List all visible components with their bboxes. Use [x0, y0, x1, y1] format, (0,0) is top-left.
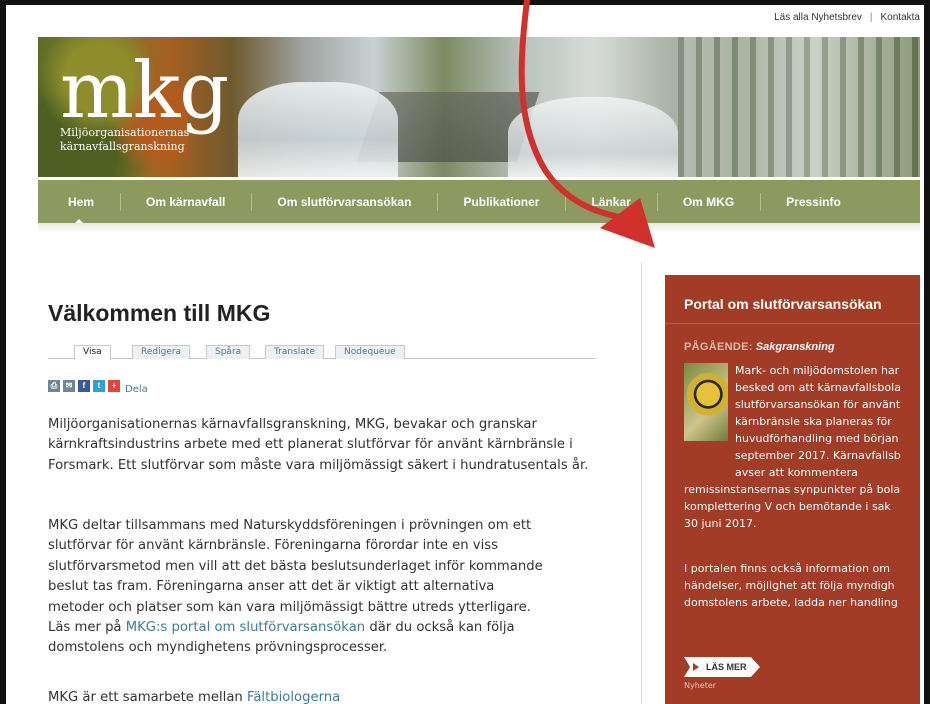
paragraph-line: slutförvarsmetod men vill att det bästa … — [48, 558, 543, 574]
local-tabs: Visa Redigera Spåra Translate Nodequeue — [48, 343, 596, 360]
paragraph-line: metoder och platser som kan vara miljömä… — [48, 599, 531, 615]
nav-item-om-slutforvarsansokan[interactable]: Om slutförvarsansökan — [251, 192, 437, 211]
status-value: Sakgranskning — [755, 341, 835, 353]
status-label: PÅGÅENDE: — [684, 341, 753, 353]
email-icon[interactable]: ✉ — [63, 379, 75, 392]
sidebar-text-line: huvudförhandling med början — [735, 432, 899, 445]
sidebar-news-text-cont: remissinstansernas synpunkter på bola ko… — [684, 481, 900, 532]
portal-sidebar-box: Portal om slutförvarsansökan PÅGÅENDE: S… — [665, 275, 920, 704]
top-links-separator: | — [869, 12, 873, 23]
sidebar-text-line: slutförvarsansökan för använt — [735, 398, 901, 411]
nav-shadow — [38, 223, 920, 233]
tab-nodequeue[interactable]: Nodequeue — [335, 345, 405, 359]
site-logo[interactable]: mkg — [60, 52, 229, 130]
sidebar-text-line: avser att kommentera — [735, 466, 858, 479]
logo-subtitle-line-1: Miljöorganisationernas — [60, 126, 190, 139]
print-icon[interactable]: ⎙ — [48, 379, 60, 392]
portal-link[interactable]: MKG:s portal om slutförvarsansökan — [126, 620, 365, 635]
nav-item-lankar[interactable]: Länkar — [565, 192, 656, 211]
sidebar-portal-info: I portalen finns också information om hä… — [684, 560, 898, 611]
text-fragment: där du också kan följa — [365, 620, 515, 636]
text-fragment: Läs mer på — [48, 620, 126, 636]
page-title: Välkommen till MKG — [48, 300, 271, 326]
share-toolbar: ⎙ ✉ f t + Dela — [48, 376, 148, 395]
tab-translate[interactable]: Translate — [265, 345, 324, 359]
nav-item-om-karnavfall[interactable]: Om kärnavfall — [120, 192, 251, 211]
nav-item-pressinfo[interactable]: Pressinfo — [760, 192, 867, 211]
sidebar-divider — [641, 262, 642, 704]
paragraph-line: domstolens och myndighetens prövningspro… — [48, 640, 388, 656]
sidebar-title-rule — [665, 323, 920, 324]
tab-visa[interactable]: Visa — [74, 345, 111, 360]
collab-paragraph: MKG deltar tillsammans med Naturskyddsfö… — [48, 516, 608, 659]
sidebar-text-line: 30 juni 2017. — [684, 517, 757, 530]
addthis-plus-icon[interactable]: + — [108, 379, 120, 392]
newsletter-link[interactable]: Läs alla Nyhetsbrev — [774, 12, 862, 23]
sidebar-text-line: I portalen finns också information om — [684, 562, 890, 575]
top-links: Läs alla Nyhetsbrev | Kontakta — [774, 12, 920, 23]
sidebar-text-line: kärnbränsle ska planeras för — [735, 415, 892, 428]
intro-paragraph: Miljöorganisationernas kärnavfallsgransk… — [48, 417, 589, 473]
nav-item-om-mkg[interactable]: Om MKG — [656, 192, 760, 211]
banner-waterfall-2 — [508, 97, 678, 177]
main-nav: Hem Om kärnavfall Om slutförvarsansökan … — [38, 180, 920, 225]
sidebar-text-line: komplettering V och bemötande i sak — [684, 500, 891, 513]
paragraph-line: Läs mer på MKG:s portal om slutförvarsan… — [48, 618, 608, 638]
sidebar-news-link[interactable]: Nyheter — [684, 681, 716, 690]
sidebar-title[interactable]: Portal om slutförvarsansökan — [684, 296, 882, 312]
paragraph-line: slutförvar för använt kärnbränsle. Fören… — [48, 538, 498, 554]
facebook-icon[interactable]: f — [78, 379, 90, 392]
tab-spara[interactable]: Spåra — [206, 345, 251, 359]
tab-redigera[interactable]: Redigera — [132, 345, 191, 359]
paragraph-line: beslut tas fram. Föreningarna anser att … — [48, 579, 495, 595]
faltbiologerna-link[interactable]: Fältbiologerna — [247, 690, 340, 704]
sidebar-text-line: remissinstansernas synpunkter på bola — [684, 483, 901, 496]
share-dela-link[interactable]: Dela — [125, 384, 148, 395]
sidebar-status: PÅGÅENDE: Sakgranskning — [684, 341, 835, 353]
sidebar-text-line: domstolens arbete, ladda ner handling — [684, 596, 898, 609]
nav-item-hem[interactable]: Hem — [38, 195, 120, 225]
sidebar-text-line: besked om att kärnavfallsbola — [735, 381, 901, 394]
contact-link[interactable]: Kontakta — [881, 12, 920, 23]
twitter-icon[interactable]: t — [93, 379, 105, 392]
banner-forest — [678, 37, 920, 177]
sidebar-text-line: september 2017. Kärnavfallsb — [735, 449, 901, 462]
read-more-button[interactable]: LÄS MER — [684, 657, 760, 677]
text-fragment: MKG är ett samarbete mellan — [48, 690, 247, 704]
sidebar-text-line: händelser, möjlighet att följa myndigh — [684, 579, 895, 592]
nav-item-publikationer[interactable]: Publikationer — [437, 192, 565, 211]
logo-subtitle-line-2: kärnavfallsgranskning — [60, 140, 185, 153]
radiation-barrel-image — [684, 363, 728, 441]
banner-waterfall — [238, 82, 398, 177]
sidebar-text-line: Mark- och miljödomstolen har — [735, 364, 900, 377]
paragraph-line: MKG deltar tillsammans med Naturskyddsfö… — [48, 518, 532, 533]
site-logo-subtitle: Miljöorganisationernas kärnavfallsgransk… — [60, 126, 189, 154]
sidebar-news-text: Mark- och miljödomstolen har besked om a… — [735, 362, 901, 481]
partners-paragraph: MKG är ett samarbete mellan Fältbiologer… — [48, 688, 608, 704]
